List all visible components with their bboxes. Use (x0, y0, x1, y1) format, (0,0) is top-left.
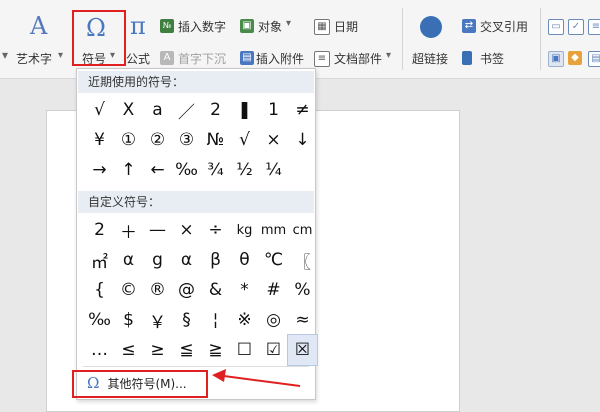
annotation-arrow (212, 369, 301, 387)
